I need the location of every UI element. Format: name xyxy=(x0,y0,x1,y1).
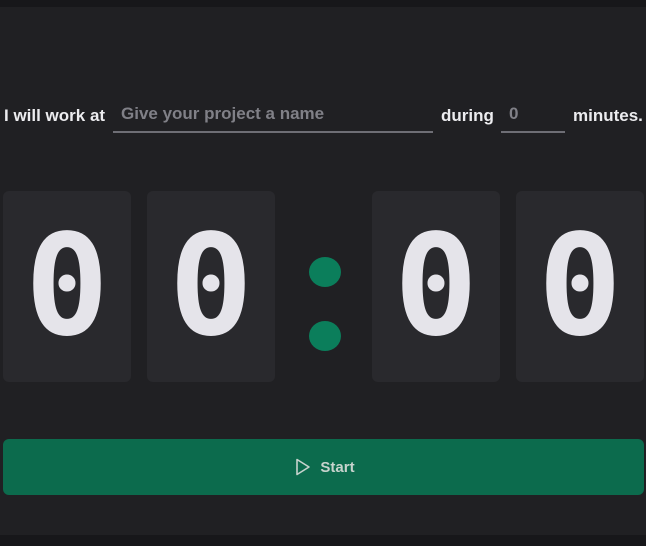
project-name-input[interactable] xyxy=(113,92,433,133)
start-button[interactable]: Start xyxy=(3,439,644,495)
play-icon xyxy=(292,457,312,477)
bottom-bar xyxy=(0,535,646,546)
minutes-tens-digit: 0 xyxy=(3,191,131,382)
during-label: during xyxy=(441,106,494,125)
minutes-input[interactable] xyxy=(501,92,565,133)
project-form: I will work at during minutes. xyxy=(0,92,646,136)
colon-bottom-dot xyxy=(309,321,341,351)
seconds-tens-digit: 0 xyxy=(372,191,500,382)
minutes-label: minutes. xyxy=(573,106,643,125)
top-bar xyxy=(0,0,646,7)
prefix-label: I will work at xyxy=(4,106,106,125)
minutes-ones-digit: 0 xyxy=(147,191,275,382)
colon-top-dot xyxy=(309,257,341,287)
seconds-ones-digit: 0 xyxy=(516,191,644,382)
start-button-label: Start xyxy=(320,458,355,476)
